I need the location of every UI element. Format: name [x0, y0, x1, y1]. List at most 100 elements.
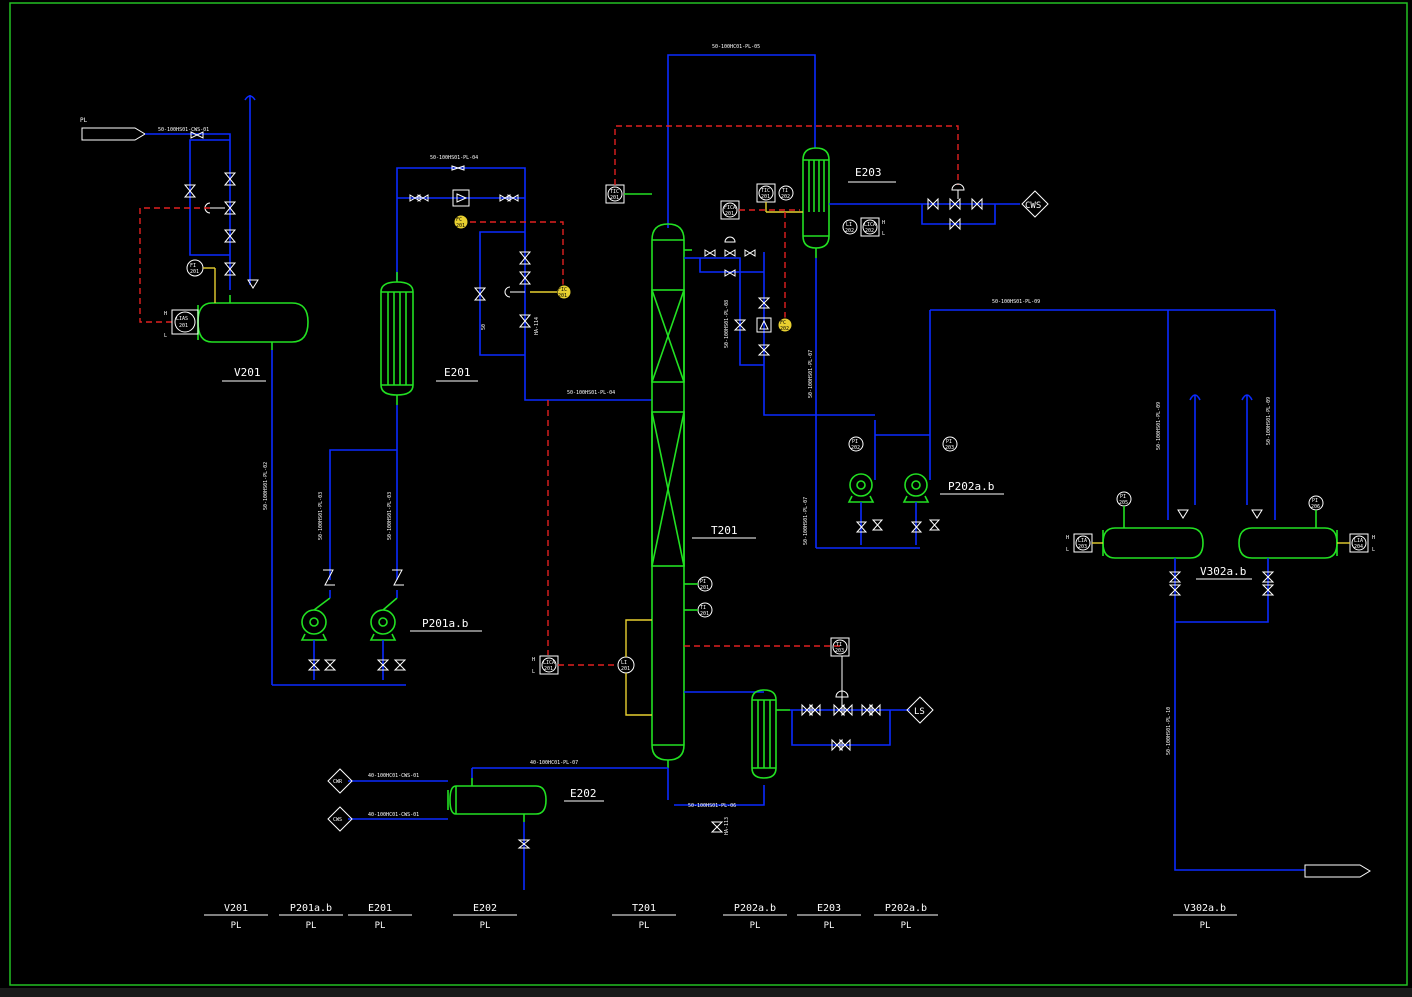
instrument-lica201: LICA 201 H L: [532, 655, 559, 675]
signal-lias201: [139, 207, 210, 323]
svg-text:201: 201: [761, 194, 770, 200]
instrument-li202: LI 202: [842, 219, 858, 235]
cw-line-e203: [829, 203, 1020, 225]
svg-text:50-100HS01-PL-07: 50-100HS01-PL-07: [808, 350, 814, 398]
svg-text:H: H: [1066, 535, 1069, 541]
drawing-border: [9, 2, 1408, 986]
legend-tag: P202a.b: [885, 903, 927, 914]
svg-text:CWR: CWR: [333, 779, 343, 785]
svg-text:L: L: [1066, 547, 1069, 553]
equipment-label-v302: V302a.b: [1200, 565, 1246, 578]
instrument-pi201: PI 201: [684, 576, 713, 592]
reflux-lines: [699, 258, 817, 548]
svg-text:L: L: [1372, 547, 1375, 553]
svg-text:50-100HS01-PL-03: 50-100HS01-PL-03: [318, 492, 324, 540]
legend-desc: PL: [231, 921, 242, 931]
legend-tag: E202: [473, 903, 497, 914]
svg-text:201: 201: [544, 666, 553, 672]
svg-text:201: 201: [621, 666, 630, 672]
svg-text:LS: LS: [914, 707, 925, 717]
instrument-fica201: FICA 201: [720, 200, 740, 220]
pipe-label-pl09: 50-100HS01-PL-09: [992, 299, 1040, 305]
valve-reflux-ctrl: [724, 249, 736, 257]
svg-text:201: 201: [179, 323, 188, 329]
svg-text:50-100HS01-PL-08: 50-100HS01-PL-08: [724, 300, 730, 348]
svg-text:LIAS: LIAS: [176, 316, 188, 322]
svg-text:50-100HS01-PL-09: 50-100HS01-PL-09: [1156, 402, 1162, 450]
instrument-pi206: PI 206: [1308, 495, 1324, 528]
v302b-vent: [1241, 394, 1253, 505]
instrument-ti202: TI 202: [765, 185, 803, 213]
svg-text:203: 203: [1078, 544, 1087, 550]
instrument-fc2: FIC 201: [530, 284, 572, 300]
reboiler-exchanger: [751, 689, 790, 779]
bottom-status-strip: [0, 988, 1412, 997]
svg-text:H: H: [164, 311, 167, 317]
pipe-label-cws01: 50-100HS01-CWS-01: [158, 127, 209, 133]
instrument-pi203: PI 203: [942, 436, 958, 452]
instrument-fc1: FC 201: [453, 214, 469, 230]
svg-text:H: H: [532, 657, 535, 663]
pid-diagram: PL 50-100HS01-CWS-01 FI 201 LIAS 201 H L: [0, 2, 1412, 997]
svg-text:CWS: CWS: [1025, 201, 1041, 211]
instrument-lias201: LIAS 201 H L: [164, 309, 199, 339]
legend-desc: PL: [375, 921, 386, 931]
valve-reflux-2: [744, 249, 756, 257]
cooler-e202: [447, 778, 547, 822]
svg-text:201: 201: [190, 269, 199, 275]
svg-text:L: L: [164, 333, 167, 339]
svg-text:202: 202: [845, 228, 854, 234]
legend-tag: P201a.b: [290, 903, 332, 914]
svg-text:CWS: CWS: [333, 817, 342, 823]
equipment-label-p202: P202a.b: [948, 480, 994, 493]
svg-text:204: 204: [1354, 544, 1363, 550]
legend-tag: E201: [368, 903, 392, 914]
legend-desc: PL: [824, 921, 835, 931]
legend-tag: T201: [632, 903, 656, 914]
pump-p202a: [847, 473, 884, 545]
svg-text:201: 201: [610, 195, 619, 201]
legend-tag: V201: [224, 903, 248, 914]
terminal-out-right: [1304, 864, 1371, 878]
equipment-legend: V201 PL P201a.b PL E201 PL E202 PL T201 PL P202a.b…: [204, 903, 1237, 931]
heat-exchanger-e201: [380, 272, 414, 405]
pipe-label-cwr: 40-100HC01-CWS-01: [368, 773, 419, 779]
instrument-pi202: PI 202: [848, 436, 864, 452]
svg-text:201: 201: [700, 585, 709, 591]
svg-text:H: H: [1372, 535, 1375, 541]
feed-terminal-label: PL: [80, 117, 88, 124]
pl08-line: [763, 252, 875, 416]
pipe-label-pl07: 40-100HC01-PL-07: [530, 760, 578, 766]
instrument-pi205: PI 205: [1116, 491, 1132, 528]
legend-tag: V302a.b: [1184, 903, 1226, 914]
svg-text:50: 50: [481, 324, 487, 330]
svg-text:201: 201: [725, 211, 734, 217]
v302a-vent: [1189, 394, 1201, 505]
valve-reflux-1: [704, 249, 716, 257]
legend-desc: PL: [1200, 921, 1211, 931]
svg-text:HA-114: HA-114: [534, 317, 540, 335]
svg-text:201: 201: [700, 611, 709, 617]
pipe-label-pl02: 50-100HS01-PL-02: [263, 462, 269, 510]
svg-text:50-100HS01-PL-10: 50-100HS01-PL-10: [1166, 707, 1172, 755]
instrument-fi201: FI 201: [186, 259, 216, 303]
svg-text:50-100HS01-PL-07: 50-100HS01-PL-07: [803, 497, 809, 545]
p202-discharge: [874, 310, 931, 480]
pump-p202b: [902, 473, 941, 545]
column-t201: [651, 223, 692, 768]
pl06-line: [674, 785, 765, 806]
svg-text:50-100HS01-PL-09: 50-100HS01-PL-09: [1266, 397, 1272, 445]
svg-text:201: 201: [456, 223, 465, 229]
pipe-label-pl06: 50-100HS01-PL-06: [688, 803, 736, 809]
pid-drawing-canvas: PL 50-100HS01-CWS-01 FI 201 LIAS 201 H L: [0, 0, 1412, 997]
pipe-label-pl05: 50-100HC01-PL-05: [712, 44, 760, 50]
svg-text:L: L: [532, 669, 535, 675]
feed-terminal: PL: [80, 117, 146, 141]
instrument-tic201: TIC 201: [605, 184, 652, 204]
legend-tag: E203: [817, 903, 841, 914]
legend-desc: PL: [750, 921, 761, 931]
vessel-v201: [197, 295, 309, 350]
legend-desc: PL: [306, 921, 317, 931]
equipment-label-t201: T201: [711, 524, 738, 537]
svg-text:203: 203: [945, 445, 954, 451]
